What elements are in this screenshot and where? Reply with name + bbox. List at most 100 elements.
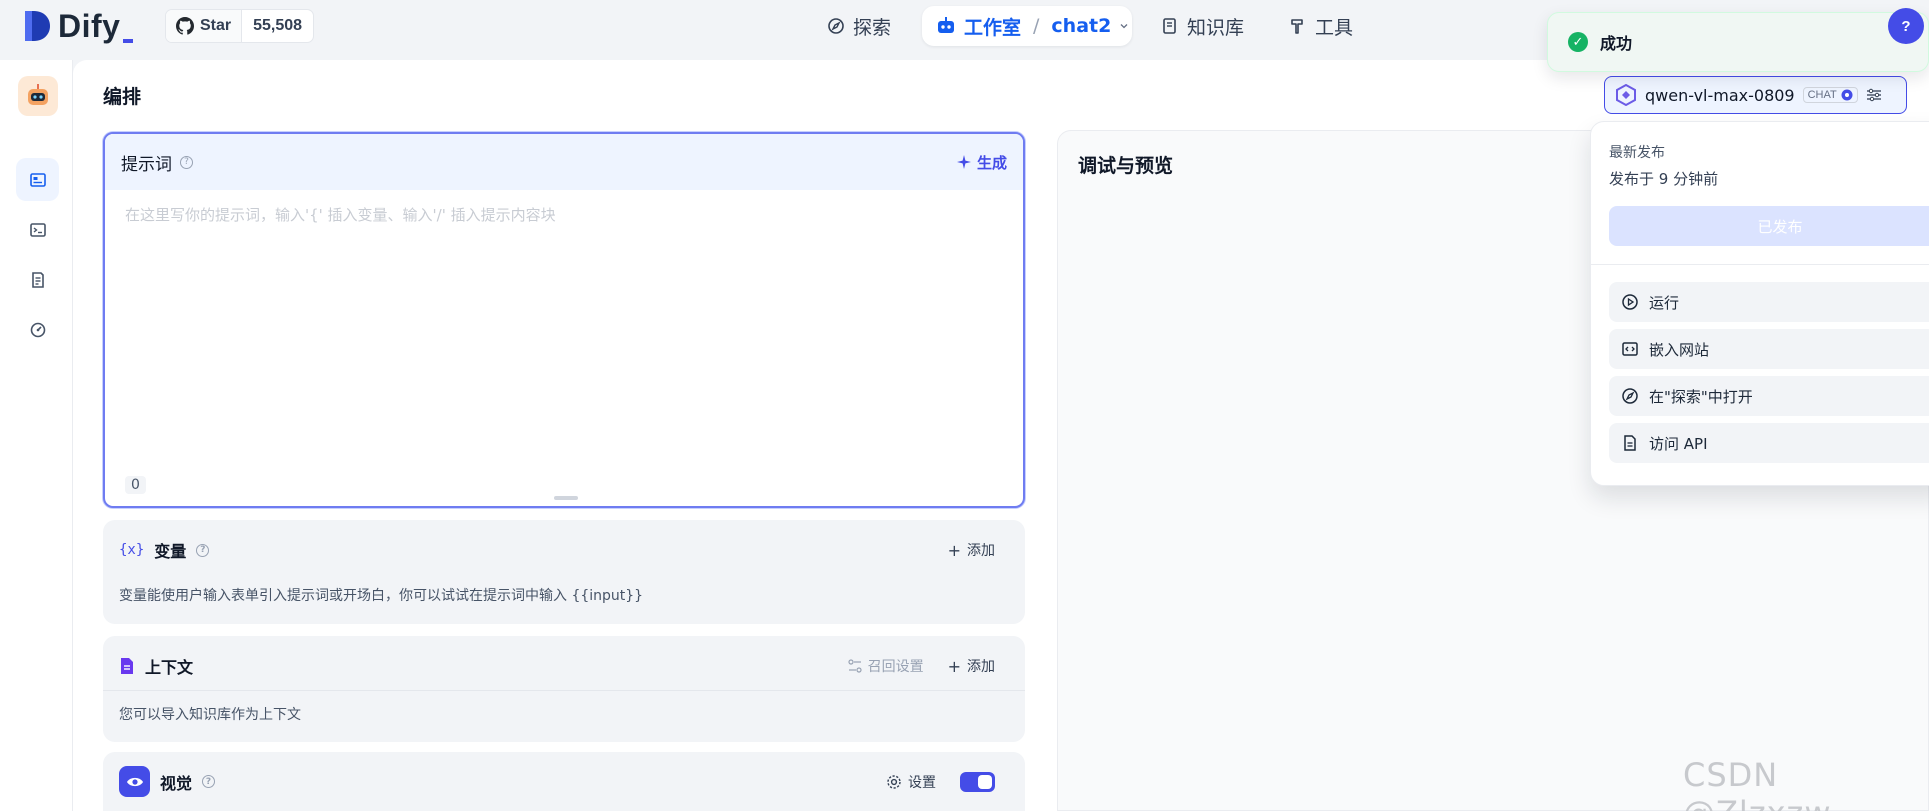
generate-label: 生成 (976, 153, 1007, 172)
vision-section: 视觉 ? 设置 (103, 752, 1025, 811)
nav-studio[interactable]: 工作室 / chat2 (922, 6, 1132, 46)
page-title: 编排 (103, 86, 142, 108)
github-star-widget[interactable]: Star 55,508 (165, 9, 315, 43)
github-icon (176, 17, 194, 35)
hammer-icon (1291, 19, 1303, 34)
prompt-input[interactable]: 在这里写你的提示词，输入'{' 插入变量、输入'/' 插入提示内容块 (125, 204, 556, 225)
nav-knowledge-label: 知识库 (1187, 16, 1245, 39)
open-in-explore-item[interactable]: 在"探索"中打开 (1609, 376, 1929, 416)
left-rail (0, 60, 73, 811)
vision-toggle[interactable] (960, 772, 995, 792)
rail-logs[interactable] (16, 258, 59, 301)
user-avatar[interactable]: ? (1888, 8, 1924, 44)
add-variable-button[interactable]: + 添加 (948, 540, 995, 560)
vision-title: 视觉 (160, 773, 193, 793)
add-variable-label: 添加 (967, 543, 995, 559)
plus-icon: + (947, 656, 961, 676)
context-title: 上下文 (145, 658, 194, 677)
book-icon (1163, 18, 1176, 34)
access-api-label: 访问 API (1649, 434, 1708, 453)
variables-section: {x} 变量 ? + 添加 变量能使用户输入表单引入提示词或开场白，你可以试试在… (103, 520, 1025, 624)
prompt-editor-card: 提示词 ? 生成 在这里写你的提示词，输入'{' 插入变量、输入'/' 插入提示… (103, 132, 1025, 508)
nav-app-name[interactable]: chat2 (1051, 15, 1111, 37)
context-section: 上下文 召回设置 + 添加 您可以导入知识库作为上下文 (103, 636, 1025, 742)
github-star-count[interactable]: 55,508 (242, 10, 313, 42)
access-api-item[interactable]: 访问 API (1609, 423, 1929, 463)
brand-name: Dify (58, 7, 121, 44)
popover-divider (1591, 264, 1929, 265)
rail-orchestrate[interactable] (16, 158, 59, 201)
add-context-label: 添加 (967, 659, 995, 675)
github-star-label: Star (200, 17, 232, 34)
success-toast: ✓ 成功 (1547, 12, 1929, 72)
publish-popover: 最新发布 发布于 9 分钟前 已发布 运行 嵌入网站 在"探索"中打开 访问 A… (1590, 121, 1929, 486)
model-name: qwen-vl-max-0809 (1645, 85, 1795, 105)
chevron-down-icon[interactable] (1119, 21, 1129, 31)
rail-api[interactable] (16, 208, 59, 251)
layout-icon (29, 172, 46, 187)
nav-explore[interactable]: 探索 (827, 6, 891, 46)
section-divider (103, 690, 1025, 691)
variables-title: 变量 (154, 542, 187, 561)
file-api-icon (1624, 435, 1636, 451)
context-description: 您可以导入知识库作为上下文 (119, 707, 301, 723)
nav-separator: / (1033, 15, 1040, 37)
app-avatar[interactable] (18, 76, 58, 116)
check-circle-icon: ✓ (1568, 32, 1588, 52)
nav-knowledge[interactable]: 知识库 (1161, 6, 1244, 46)
prompt-title: 提示词 (121, 154, 172, 175)
vision-settings-button[interactable]: 设置 (886, 772, 936, 792)
model-selector[interactable]: qwen-vl-max-0809 CHAT (1604, 76, 1907, 114)
add-context-button[interactable]: + 添加 (948, 656, 995, 676)
watermark: CSDN @Zlzxzw (1683, 756, 1831, 811)
run-app-label: 运行 (1649, 293, 1680, 312)
model-mode-badge: CHAT (1802, 87, 1858, 103)
gauge-icon (30, 322, 45, 337)
sparkle-icon (956, 155, 971, 169)
resize-handle[interactable] (554, 496, 578, 500)
file-list-icon (31, 271, 44, 288)
plus-icon: + (947, 540, 961, 560)
nav-tools-label: 工具 (1315, 16, 1354, 39)
compass-icon (828, 18, 844, 34)
gear-icon (887, 775, 901, 789)
logo-dot (123, 38, 134, 43)
published-time: 发布于 9 分钟前 (1609, 170, 1719, 188)
terminal-icon (29, 222, 46, 237)
debug-title: 调试与预览 (1078, 155, 1174, 177)
play-circle-icon (1622, 294, 1638, 310)
generate-button[interactable]: 生成 (956, 152, 1007, 173)
eye-icon (119, 766, 150, 797)
document-icon (121, 658, 133, 674)
rail-monitor[interactable] (16, 308, 59, 351)
help-icon[interactable]: ? (196, 543, 210, 557)
vision-settings-label: 设置 (908, 775, 936, 791)
variable-icon: {x} (119, 542, 145, 558)
model-params-icon[interactable] (1866, 87, 1882, 103)
embed-site-item[interactable]: 嵌入网站 (1609, 329, 1929, 369)
char-count: 0 (125, 476, 146, 494)
qwen-logo-icon (1616, 84, 1636, 106)
toast-message: 成功 (1600, 34, 1633, 53)
published-button[interactable]: 已发布 (1609, 206, 1929, 246)
nav-studio-label: 工作室 (964, 16, 1022, 39)
nav-explore-label: 探索 (853, 16, 892, 39)
embed-site-label: 嵌入网站 (1649, 340, 1710, 359)
dify-logo[interactable]: Dify (22, 6, 134, 46)
retrieval-settings-button[interactable]: 召回设置 (847, 656, 924, 676)
dify-logo-icon (25, 11, 50, 41)
robot-icon (938, 17, 954, 33)
run-app-item[interactable]: 运行 (1609, 282, 1929, 322)
variables-description: 变量能使用户输入表单引入提示词或开场白，你可以试试在提示词中输入 {{input… (119, 588, 644, 604)
retrieval-settings-label: 召回设置 (867, 659, 924, 675)
eye-icon (1841, 89, 1853, 101)
robot-avatar-icon (28, 84, 48, 105)
help-icon[interactable]: ? (180, 155, 193, 169)
github-star-button[interactable]: Star (166, 10, 243, 42)
help-icon[interactable]: ? (202, 775, 216, 788)
compass-icon (1622, 388, 1638, 404)
latest-publish-label: 最新发布 (1609, 145, 1665, 161)
prompt-header: 提示词 ? 生成 (105, 134, 1023, 190)
open-in-explore-label: 在"探索"中打开 (1649, 387, 1753, 406)
nav-tools[interactable]: 工具 (1289, 6, 1353, 46)
